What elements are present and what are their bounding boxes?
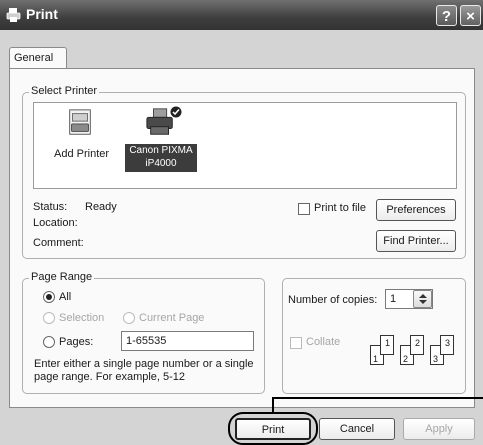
title-bar: Print ? × xyxy=(0,0,483,30)
preferences-button[interactable]: Preferences xyxy=(376,199,456,221)
window-title: Print xyxy=(26,6,58,22)
collate-page: 1 xyxy=(380,335,394,355)
collate-illustration: 1 1 2 2 3 3 xyxy=(368,333,464,373)
print-to-file-label: Print to file xyxy=(314,202,366,214)
cancel-button[interactable]: Cancel xyxy=(319,418,395,440)
location-label: Location: xyxy=(33,217,78,229)
selection-label: Selection xyxy=(59,312,105,324)
printer-name-line1: Canon PIXMA xyxy=(129,145,193,156)
select-printer-legend: Select Printer xyxy=(29,85,100,97)
print-dialog: Print ? × General Select Printer Add Pri… xyxy=(0,0,483,445)
current-page-radio[interactable] xyxy=(123,312,135,324)
pages-label: Pages: xyxy=(59,336,94,348)
selection-radio[interactable] xyxy=(43,312,55,324)
collate-label: Collate xyxy=(306,336,341,348)
add-printer-icon xyxy=(69,109,91,135)
apply-button[interactable]: Apply xyxy=(403,418,475,440)
add-printer-label: Add Printer xyxy=(54,148,110,160)
copies-spinner[interactable] xyxy=(413,290,432,308)
canon-printer-label: Canon PIXMA iP4000 xyxy=(125,144,197,172)
help-button[interactable]: ? xyxy=(436,5,457,26)
number-of-copies-label: Number of copies: xyxy=(288,294,378,306)
tab-general[interactable]: General xyxy=(9,47,67,69)
pages-radio[interactable] xyxy=(43,336,55,348)
collate-page: 2 xyxy=(410,335,424,355)
status-value: Ready xyxy=(85,201,117,213)
page-range-hint: Enter either a single page number or a s… xyxy=(34,358,254,383)
print-to-file-checkbox[interactable] xyxy=(298,203,310,215)
printer-name-line2: iP4000 xyxy=(145,158,177,169)
pages-input[interactable]: 1-65535 xyxy=(121,331,254,351)
printer-app-icon xyxy=(6,8,21,22)
default-check-icon xyxy=(170,106,182,118)
current-page-label: Current Page xyxy=(139,312,205,324)
all-radio[interactable] xyxy=(43,291,55,303)
collate-checkbox[interactable] xyxy=(290,337,302,349)
add-printer-item[interactable]: Add Printer xyxy=(50,108,112,168)
status-label: Status: xyxy=(33,201,68,213)
canon-printer-item[interactable]: Canon PIXMA iP4000 xyxy=(125,106,197,176)
tab-general-label: General xyxy=(14,52,54,64)
comment-label: Comment: xyxy=(33,237,84,249)
print-button[interactable]: Print xyxy=(235,418,311,440)
find-printer-button[interactable]: Find Printer... xyxy=(376,230,456,252)
collate-page: 3 xyxy=(440,335,454,355)
close-button[interactable]: × xyxy=(460,5,481,26)
page-range-legend: Page Range xyxy=(29,271,95,283)
all-label: All xyxy=(59,291,72,303)
spinner-arrows-icon xyxy=(419,294,427,304)
